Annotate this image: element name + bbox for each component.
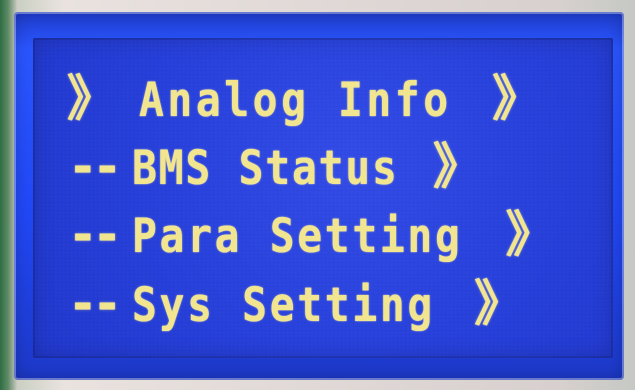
lcd-screen: 》 Analog Info 》 -- BMS Status 》 -- Para …	[33, 38, 613, 358]
menu-item-label: Para Setting	[132, 208, 463, 264]
menu-item-prefix: --	[68, 205, 122, 263]
menu-item-label: Sys Setting	[132, 277, 435, 333]
device-photo: 》 Analog Info 》 -- BMS Status 》 -- Para …	[0, 0, 635, 390]
menu-item-para-setting[interactable]: -- Para Setting 》	[68, 208, 555, 264]
menu-item-bms-status[interactable]: -- BMS Status 》	[68, 140, 482, 196]
menu-item-sys-setting[interactable]: -- Sys Setting 》	[68, 277, 523, 333]
double-chevron-right-icon: 》	[432, 137, 482, 195]
double-chevron-right-icon: 》	[492, 69, 542, 127]
double-chevron-right-icon: 》	[505, 205, 555, 263]
menu-item-label: BMS Status	[132, 140, 399, 196]
menu-item-prefix: --	[68, 274, 122, 332]
menu-item-prefix: --	[68, 137, 122, 195]
menu-item-label: Analog Info	[139, 72, 452, 128]
double-chevron-right-icon: 》	[474, 274, 524, 332]
menu-item-analog-info[interactable]: 》 Analog Info 》	[67, 72, 541, 128]
selection-chevron-icon: 》	[67, 69, 116, 127]
main-menu: 》 Analog Info 》 -- BMS Status 》 -- Para …	[33, 38, 613, 358]
